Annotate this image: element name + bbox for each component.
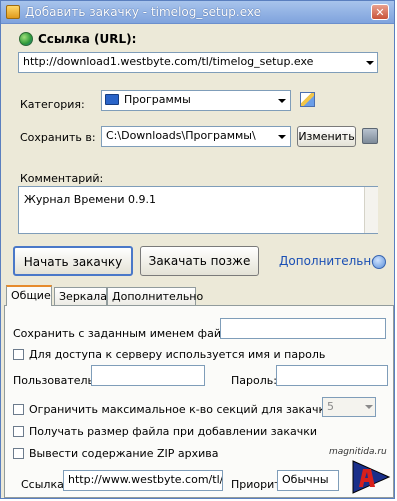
password-input[interactable] <box>276 365 388 386</box>
priority-select[interactable]: Обычны <box>277 470 339 491</box>
comment-textarea[interactable]: Журнал Времени 0.9.1 <box>18 186 378 234</box>
expand-icon[interactable] <box>372 255 386 269</box>
auth-checkbox[interactable] <box>13 349 24 360</box>
limit-sections-label: Ограничить максимальное к-во секций для … <box>29 403 333 416</box>
save-as-label: Сохранить с заданным именем файла: <box>13 327 239 340</box>
category-value: Программы <box>124 93 191 106</box>
window-title: Добавить закачку - timelog_setup.exe <box>25 5 262 19</box>
sections-value: 5 <box>327 400 334 413</box>
save-as-input[interactable] <box>220 318 386 339</box>
sections-dropdown-arrow[interactable] <box>365 405 373 409</box>
url-value: http://download1.westbyte.com/tl/timelog… <box>23 55 314 68</box>
disk-icon[interactable] <box>362 128 378 144</box>
comment-value: Журнал Времени 0.9.1 <box>24 193 156 206</box>
start-download-button[interactable]: Начать закачку <box>13 246 133 276</box>
comment-label: Комментарий: <box>20 172 104 185</box>
logo-icon <box>352 460 391 494</box>
title-bar: Добавить закачку - timelog_setup.exe ✕ <box>1 1 394 24</box>
password-label: Пароль: <box>231 374 277 387</box>
auth-checkbox-label: Для доступа к серверу используется имя и… <box>29 348 326 361</box>
url-label: Ссылка (URL): <box>38 32 137 46</box>
edit-icon[interactable] <box>300 92 315 107</box>
change-folder-button[interactable]: Изменить <box>297 126 356 147</box>
priority-value: Обычны <box>282 473 329 486</box>
app-icon <box>6 5 20 19</box>
link-label: Ссылка: <box>21 478 68 491</box>
save-path-dropdown-arrow[interactable] <box>278 135 286 139</box>
download-later-button[interactable]: Закачать позже <box>140 246 259 276</box>
more-options-link[interactable]: Дополнительно <box>279 254 379 268</box>
limit-sections-checkbox[interactable] <box>13 404 24 415</box>
folder-icon <box>105 94 119 105</box>
zip-label: Вывести содержание ZIP архива <box>29 447 219 460</box>
tab-mirrors[interactable]: Зеркала <box>54 287 107 305</box>
user-label: Пользователь: <box>13 374 98 387</box>
referer-link-input[interactable]: http://www.westbyte.com/tl/ind <box>63 470 223 491</box>
get-size-checkbox[interactable] <box>13 426 24 437</box>
referer-link-value: http://www.westbyte.com/tl/ind <box>68 473 223 486</box>
url-input[interactable]: http://download1.westbyte.com/tl/timelog… <box>18 52 378 73</box>
close-button[interactable]: ✕ <box>371 4 389 20</box>
add-download-window: Добавить закачку - timelog_setup.exe ✕ С… <box>0 0 395 499</box>
save-label: Сохранить в: <box>20 131 96 144</box>
watermark-text: magnitida.ru <box>329 447 387 457</box>
comment-scrollbar[interactable] <box>364 187 378 233</box>
user-input[interactable] <box>91 365 205 386</box>
get-size-label: Получать размер файла при добавлении зак… <box>29 425 318 438</box>
category-dropdown-arrow[interactable] <box>278 99 286 103</box>
globe-icon <box>19 32 33 46</box>
category-label: Категория: <box>20 98 85 111</box>
tab-advanced[interactable]: Дополнительно <box>107 287 203 305</box>
category-select[interactable]: Программы <box>101 90 291 111</box>
url-dropdown-arrow[interactable] <box>366 61 374 65</box>
save-path-value: C:\Downloads\Программы\ <box>106 129 256 142</box>
zip-checkbox[interactable] <box>13 448 24 459</box>
save-path-select[interactable]: C:\Downloads\Программы\ <box>101 126 291 147</box>
tab-general[interactable]: Общие <box>6 285 52 306</box>
